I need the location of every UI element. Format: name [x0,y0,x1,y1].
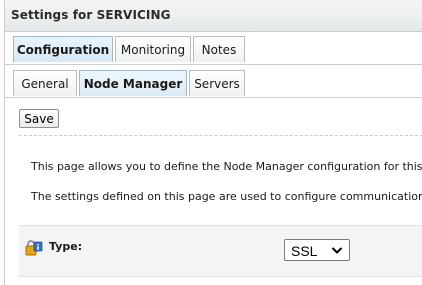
description-line-2: The settings defined on this page are us… [31,190,422,203]
toolbar-separator [19,135,422,136]
page-title: Settings for SERVICING [11,8,171,22]
tab-node-manager[interactable]: Node Manager [79,70,187,96]
tab-notes[interactable]: Notes [193,36,245,62]
type-select-value: SSL [291,243,318,259]
tab-servers[interactable]: Servers [189,70,245,96]
tab-general[interactable]: General [13,70,77,96]
tab-monitoring[interactable]: Monitoring [115,36,191,62]
tab-node-manager-label: Node Manager [83,76,183,91]
secondary-tab-divider [5,97,422,98]
settings-frame: Settings for SERVICING Configuration Mon… [4,0,422,285]
tab-configuration[interactable]: Configuration [13,36,113,62]
secondary-tab-bar: General Node Manager Servers [5,65,422,97]
title-bar: Settings for SERVICING [5,0,422,32]
type-label: Type: [49,240,83,253]
description-line-1: This page allows you to define the Node … [31,160,422,173]
tab-monitoring-label: Monitoring [120,42,186,57]
tab-notes-label: Notes [201,42,237,57]
tab-configuration-label: Configuration [16,42,110,57]
save-button[interactable]: Save [19,109,59,128]
type-field-row: Type: SSL [19,225,422,277]
info-lock-icon[interactable] [25,239,43,257]
chevron-down-icon [331,247,343,254]
primary-tab-bar: Configuration Monitoring Notes [5,31,422,63]
tab-servers-label: Servers [194,76,240,91]
tab-general-label: General [21,76,69,91]
type-select[interactable]: SSL [284,239,350,261]
